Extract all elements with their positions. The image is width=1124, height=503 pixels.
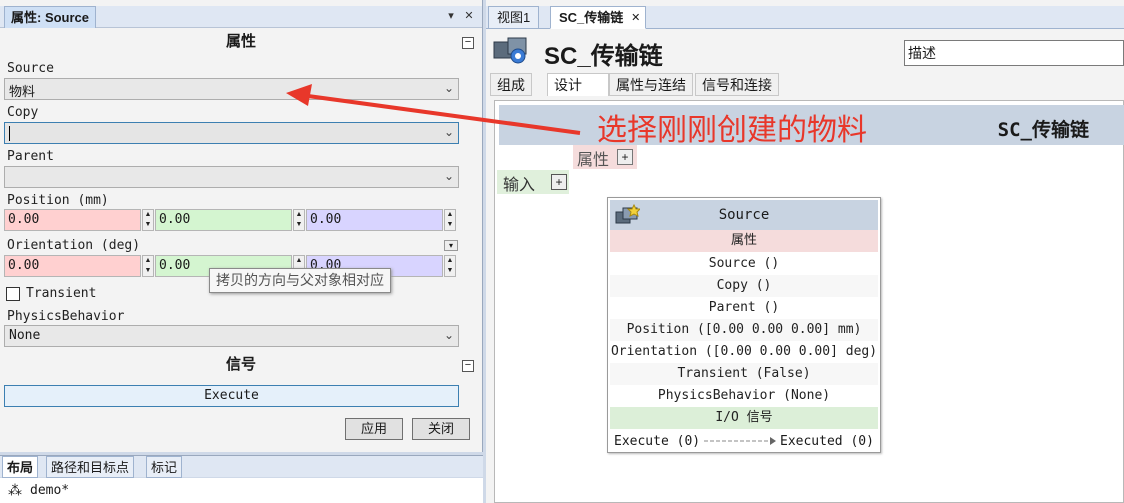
properties-panel-title[interactable]: 属性: Source — [4, 6, 97, 28]
parent-dropdown[interactable]: ⌄ — [4, 166, 459, 188]
robot-icon: ⁂ — [8, 482, 22, 498]
transient-checkbox[interactable] — [6, 287, 20, 301]
tab-composition[interactable]: 组成 — [490, 73, 532, 96]
io-input-execute[interactable]: Execute (0) — [614, 434, 700, 449]
document-tabbar: 视图1 SC_传输链 ✕ — [486, 6, 1124, 29]
io-arrow — [704, 437, 776, 445]
close-button[interactable]: 关闭 — [412, 418, 470, 440]
tab-layout[interactable]: 布局 — [2, 456, 39, 478]
collapse-signals-icon[interactable]: − — [462, 360, 474, 372]
annotation-text: 选择刚刚创建的物料 — [597, 114, 867, 147]
tab-tags[interactable]: 标记 — [146, 456, 183, 478]
signals-section-title: 信号 — [225, 356, 256, 373]
node-row-orientation: Orientation ([0.00 0.00 0.00] deg) — [610, 344, 878, 359]
orientation-x-spinner[interactable]: ▲ ▼ — [142, 255, 154, 277]
source-node-properties-header: 属性 — [610, 230, 878, 252]
position-y-input[interactable]: 0.00 — [155, 209, 292, 231]
close-icon[interactable]: ✕ — [631, 7, 640, 29]
source-node-io-header: I/O 信号 — [610, 407, 878, 429]
tab-paths-targets[interactable]: 路径和目标点 — [46, 456, 135, 478]
physics-behavior-dropdown[interactable]: None ⌄ — [4, 325, 459, 347]
position-x-input[interactable]: 0.00 — [4, 209, 141, 231]
orientation-expand-icon[interactable]: ▾ — [444, 240, 458, 251]
properties-chip: 属性 + — [573, 145, 637, 169]
chevron-down-icon: ⌄ — [443, 169, 454, 183]
position-z-input[interactable]: 0.00 — [306, 209, 443, 231]
physics-behavior-value: None — [9, 328, 41, 343]
tab-properties-bindings[interactable]: 属性与连结 — [609, 73, 693, 96]
tab-design[interactable]: 设计 — [547, 73, 609, 96]
execute-button[interactable]: Execute — [4, 385, 459, 407]
position-label: Position (mm) — [7, 193, 109, 208]
description-input[interactable]: 描述 — [904, 40, 1124, 66]
properties-section-title: 属性 — [225, 33, 256, 50]
source-value: 物料 — [9, 84, 36, 99]
component-title: SC_传输链 — [544, 43, 663, 70]
pin-icon[interactable]: ▾ — [444, 9, 458, 23]
chevron-down-icon: ⌄ — [443, 125, 454, 139]
editor-subtabs: 组成 设计 属性与连结 信号和连接 — [486, 73, 1124, 96]
orientation-x-input[interactable]: 0.00 — [4, 255, 141, 277]
properties-panel-titlebar: 属性: Source ▾ ✕ — [0, 6, 482, 28]
layout-tree: ⁂ demo* — [0, 478, 483, 503]
smart-component-icon — [492, 34, 530, 66]
physics-behavior-label: PhysicsBehavior — [7, 309, 125, 324]
tab-sc-conveyor-label: SC_传输链 — [559, 10, 624, 25]
position-x-spinner[interactable]: ▲ ▼ — [142, 209, 154, 231]
source-node-header: Source — [610, 200, 878, 230]
node-row-source: Source () — [708, 256, 780, 271]
properties-panel: 属性: Source ▾ ✕ 属性 − Source 物料 ⌄ Copy ⌄ P… — [0, 0, 483, 452]
chevron-down-icon: ⌄ — [443, 81, 454, 95]
orientation-z-spinner[interactable]: ▲ ▼ — [444, 255, 456, 277]
inputs-chip-label: 输入 — [503, 177, 536, 194]
close-icon[interactable]: ✕ — [462, 9, 476, 23]
source-node[interactable]: Source 属性 Source () Copy () Parent () Po… — [607, 197, 881, 453]
parent-label: Parent — [7, 149, 54, 164]
io-output-executed[interactable]: Executed (0) — [780, 434, 874, 449]
position-y-spinner[interactable]: ▲ ▼ — [293, 209, 305, 231]
text-caret — [9, 126, 10, 141]
properties-chip-label: 属性 — [577, 152, 610, 169]
copy-dropdown[interactable]: ⌄ — [4, 122, 459, 144]
tree-item-demo[interactable]: demo* — [30, 483, 69, 498]
collapse-properties-icon[interactable]: − — [462, 37, 474, 49]
chevron-down-icon: ⌄ — [443, 328, 454, 342]
node-row-transient: Transient (False) — [610, 363, 878, 385]
source-dropdown[interactable]: 物料 ⌄ — [4, 78, 459, 100]
node-row-physics: PhysicsBehavior (None) — [657, 388, 831, 403]
bottom-left-tabbar: 布局 路径和目标点 标记 — [0, 455, 483, 478]
apply-button[interactable]: 应用 — [345, 418, 403, 440]
source-node-title: Source — [718, 207, 770, 223]
inputs-chip: 输入 + — [497, 170, 569, 194]
node-row-parent: Parent () — [708, 300, 780, 315]
add-property-button[interactable]: + — [617, 149, 633, 165]
design-canvas[interactable]: SC_传输链 选择刚刚创建的物料 属性 + 输入 + Source 属性 Sou… — [494, 100, 1124, 503]
node-row-position: Position ([0.00 0.00 0.00] mm) — [610, 319, 878, 341]
tab-view1[interactable]: 视图1 — [488, 6, 540, 29]
copy-label: Copy — [7, 105, 39, 120]
tooltip: 拷贝的方向与父对象相对应 — [209, 268, 391, 293]
tab-signals-connections[interactable]: 信号和连接 — [695, 73, 779, 96]
position-z-spinner[interactable]: ▲ ▼ — [444, 209, 456, 231]
transient-label: Transient — [26, 286, 97, 301]
orientation-label: Orientation (deg) — [7, 238, 141, 253]
canvas-title: SC_传输链 — [997, 119, 1089, 141]
smart-component-editor: 视图1 SC_传输链 ✕ SC_传输链 描述 组成 设计 属性与连结 信号和连接… — [486, 0, 1124, 503]
source-label: Source — [7, 61, 54, 76]
node-row-copy: Copy () — [610, 275, 878, 297]
add-input-button[interactable]: + — [551, 174, 567, 190]
tab-sc-conveyor[interactable]: SC_传输链 ✕ — [550, 6, 647, 29]
